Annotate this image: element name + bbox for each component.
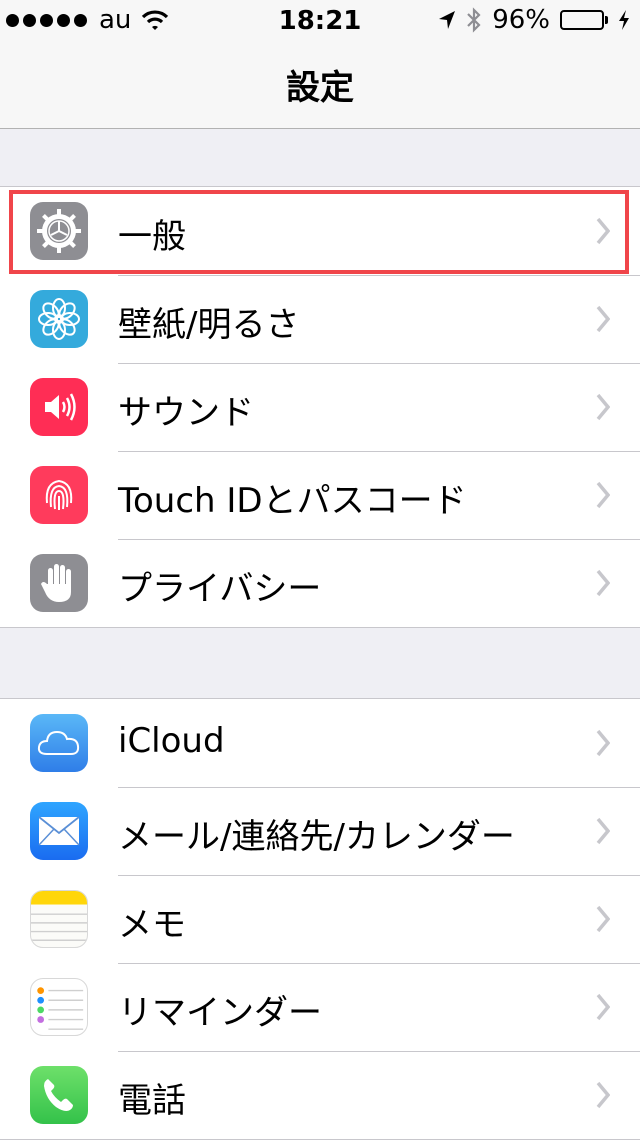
hand-icon — [30, 554, 88, 612]
speaker-icon — [30, 378, 88, 436]
envelope-icon — [30, 802, 88, 860]
chevron-right-icon — [596, 393, 610, 421]
settings-row-label: iCloud — [118, 721, 225, 761]
navigation-bar: 設定 — [0, 40, 640, 129]
notepad-icon — [30, 890, 88, 948]
status-bar: au 18:21 96% — [0, 0, 640, 40]
cloud-icon — [30, 714, 88, 772]
settings-row-sound[interactable]: サウンド — [0, 363, 640, 451]
settings-row-mail-contacts-calendar[interactable]: メール/連絡先/カレンダー — [0, 787, 640, 875]
settings-row-touch-id[interactable]: Touch IDとパスコード — [0, 451, 640, 539]
settings-row-label: 一般 — [118, 217, 186, 257]
phone-icon — [30, 1066, 88, 1124]
chevron-right-icon — [596, 993, 610, 1021]
settings-row-phone[interactable]: 電話 — [0, 1051, 640, 1139]
settings-row-label: プライバシー — [118, 569, 322, 609]
settings-row-general[interactable]: 一般 — [0, 187, 640, 275]
chevron-right-icon — [596, 305, 610, 333]
settings-row-reminders[interactable]: リマインダー — [0, 963, 640, 1051]
list-icon — [30, 978, 88, 1036]
settings-row-label: 電話 — [118, 1081, 186, 1121]
page-title: 設定 — [286, 68, 354, 108]
settings-row-label: 壁紙/明るさ — [118, 305, 300, 345]
battery-percent: 96% — [492, 5, 550, 35]
chevron-right-icon — [596, 217, 610, 245]
gear-icon — [30, 202, 88, 260]
settings-row-privacy[interactable]: プライバシー — [0, 539, 640, 627]
chevron-right-icon — [596, 905, 610, 933]
battery-icon — [560, 10, 608, 30]
chevron-right-icon — [596, 569, 610, 597]
settings-row-label: メール/連絡先/カレンダー — [118, 817, 515, 857]
settings-group-2: iCloud メール/連絡先/カレンダー メモ リマインダー 電話 — [0, 698, 640, 1140]
status-right: 96% — [438, 5, 630, 35]
flower-icon — [30, 290, 88, 348]
settings-row-notes[interactable]: メモ — [0, 875, 640, 963]
bluetooth-icon — [467, 7, 481, 33]
settings-row-icloud[interactable]: iCloud — [0, 699, 640, 787]
charging-icon — [619, 10, 629, 30]
fingerprint-icon — [30, 466, 88, 524]
chevron-right-icon — [596, 481, 610, 509]
settings-row-label: サウンド — [118, 393, 254, 433]
settings-row-label: リマインダー — [118, 993, 322, 1033]
chevron-right-icon — [596, 729, 610, 757]
settings-group-1: 一般 壁紙/明るさ サウンド Touch IDとパスコード プライバシー — [0, 186, 640, 628]
settings-row-label: Touch IDとパスコード — [118, 481, 467, 521]
settings-row-wallpaper[interactable]: 壁紙/明るさ — [0, 275, 640, 363]
chevron-right-icon — [596, 817, 610, 845]
chevron-right-icon — [596, 1081, 610, 1109]
location-arrow-icon — [439, 11, 456, 29]
settings-row-label: メモ — [118, 905, 186, 945]
